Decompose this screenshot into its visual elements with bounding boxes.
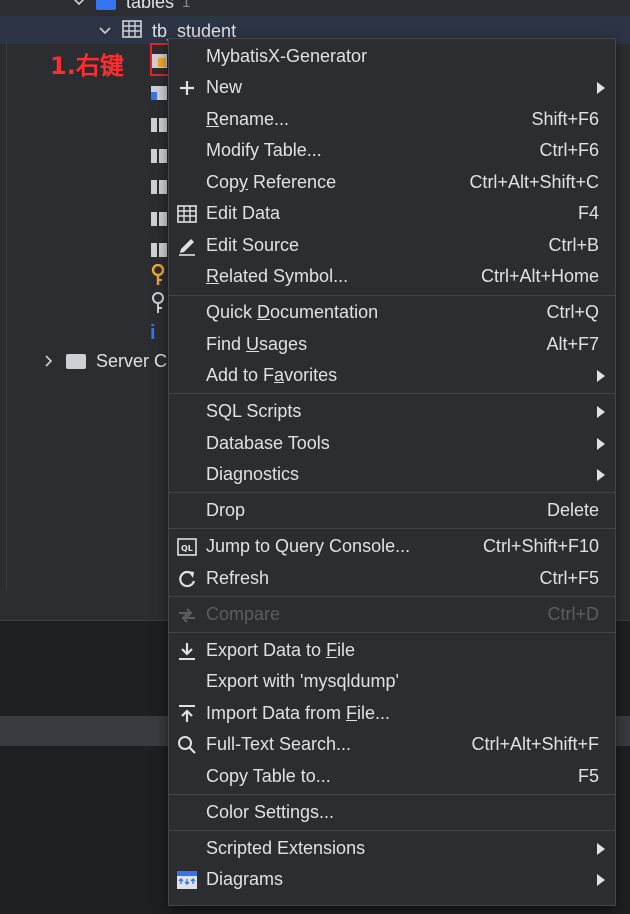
chevron-right-icon[interactable] [42, 354, 56, 368]
menu-item-new[interactable]: New [169, 72, 615, 103]
menu-item-import-data-from-file[interactable]: Import Data from File... [169, 698, 615, 729]
foreign-key-icon [150, 292, 168, 313]
menu-item-sql-scripts[interactable]: SQL Scripts [169, 396, 615, 427]
menu-item-mybatisx-generator[interactable]: MybatisX-Generator [169, 41, 615, 72]
menu-item-find-usages[interactable]: Find Usages Alt+F7 [169, 329, 615, 360]
menu-item-database-tools[interactable]: Database Tools [169, 428, 615, 459]
search-icon [176, 734, 198, 756]
column-icon [150, 178, 168, 196]
menu-item-refresh[interactable]: Refresh Ctrl+F5 [169, 563, 615, 594]
menu-separator [169, 632, 615, 633]
menu-separator [169, 794, 615, 795]
server-label: Server C [96, 350, 168, 371]
menu-item-jump-to-query-console[interactable]: QL Jump to Query Console... Ctrl+Shift+F… [169, 531, 615, 562]
menu-item-modify-table[interactable]: Modify Table... Ctrl+F6 [169, 135, 615, 166]
index-icon: i [150, 322, 156, 344]
download-icon [176, 640, 198, 662]
table-icon [122, 19, 142, 43]
menu-item-compare: Compare Ctrl+D [169, 599, 615, 630]
menu-separator [169, 295, 615, 296]
column-icon [150, 210, 168, 228]
tables-label: tables [126, 0, 175, 12]
submenu-arrow-icon [597, 842, 605, 855]
chevron-down-icon[interactable] [98, 24, 112, 38]
menu-item-full-text-search[interactable]: Full-Text Search... Ctrl+Alt+Shift+F [169, 729, 615, 760]
menu-item-copy-table-to[interactable]: Copy Table to... F5 [169, 761, 615, 792]
menu-item-export-data-to-file[interactable]: Export Data to File [169, 635, 615, 666]
tables-count: 1 [182, 0, 191, 11]
menu-separator [169, 393, 615, 394]
plus-icon [176, 77, 198, 99]
menu-item-copy-reference[interactable]: Copy Reference Ctrl+Alt+Shift+C [169, 167, 615, 198]
menu-separator [169, 528, 615, 529]
submenu-arrow-icon [597, 437, 605, 450]
submenu-arrow-icon [597, 81, 605, 94]
context-menu: MybatisX-Generator New Rename... Shift+F… [168, 38, 616, 906]
menu-item-export-mysqldump[interactable]: Export with 'mysqldump' [169, 666, 615, 697]
menu-item-drop[interactable]: Drop Delete [169, 495, 615, 526]
submenu-arrow-icon [597, 405, 605, 418]
query-console-icon: QL [176, 536, 198, 558]
folder-icon [66, 353, 86, 369]
menu-item-quick-documentation[interactable]: Quick Documentation Ctrl+Q [169, 297, 615, 328]
tree-row-tables[interactable]: tables 1 [72, 0, 190, 16]
compare-icon [176, 604, 198, 626]
tree-row-server[interactable]: Server C [42, 347, 167, 375]
menu-item-add-to-favorites[interactable]: Add to Favorites [169, 360, 615, 391]
menu-item-edit-source[interactable]: Edit Source Ctrl+B [169, 230, 615, 261]
column-icon [150, 147, 168, 165]
menu-item-edit-data[interactable]: Edit Data F4 [169, 198, 615, 229]
svg-text:QL: QL [181, 544, 193, 553]
menu-item-color-settings[interactable]: Color Settings... [169, 797, 615, 828]
submenu-arrow-icon [597, 873, 605, 886]
mybatisx-icon [176, 46, 198, 68]
upload-icon [176, 703, 198, 725]
menu-item-diagrams[interactable]: Diagrams [169, 864, 615, 895]
column-icon [150, 84, 168, 102]
folder-icon [96, 0, 116, 10]
menu-item-scripted-extensions[interactable]: Scripted Extensions [169, 833, 615, 864]
menu-item-diagnostics[interactable]: Diagnostics [169, 459, 615, 490]
table-grid-icon [176, 203, 198, 225]
submenu-arrow-icon [597, 369, 605, 382]
refresh-icon [176, 568, 198, 590]
pencil-icon [176, 235, 198, 257]
tree-guide-line [6, 40, 7, 590]
menu-separator [169, 830, 615, 831]
menu-separator [169, 492, 615, 493]
key-icon [150, 263, 168, 285]
chevron-down-icon[interactable] [72, 0, 86, 9]
column-icon [150, 116, 168, 134]
diagram-icon [176, 869, 198, 891]
menu-item-related-symbol[interactable]: Related Symbol... Ctrl+Alt+Home [169, 261, 615, 292]
menu-separator [169, 596, 615, 597]
column-icon [150, 241, 168, 259]
annotation-label: 1.右键 [50, 52, 124, 80]
submenu-arrow-icon [597, 468, 605, 481]
menu-item-rename[interactable]: Rename... Shift+F6 [169, 104, 615, 135]
